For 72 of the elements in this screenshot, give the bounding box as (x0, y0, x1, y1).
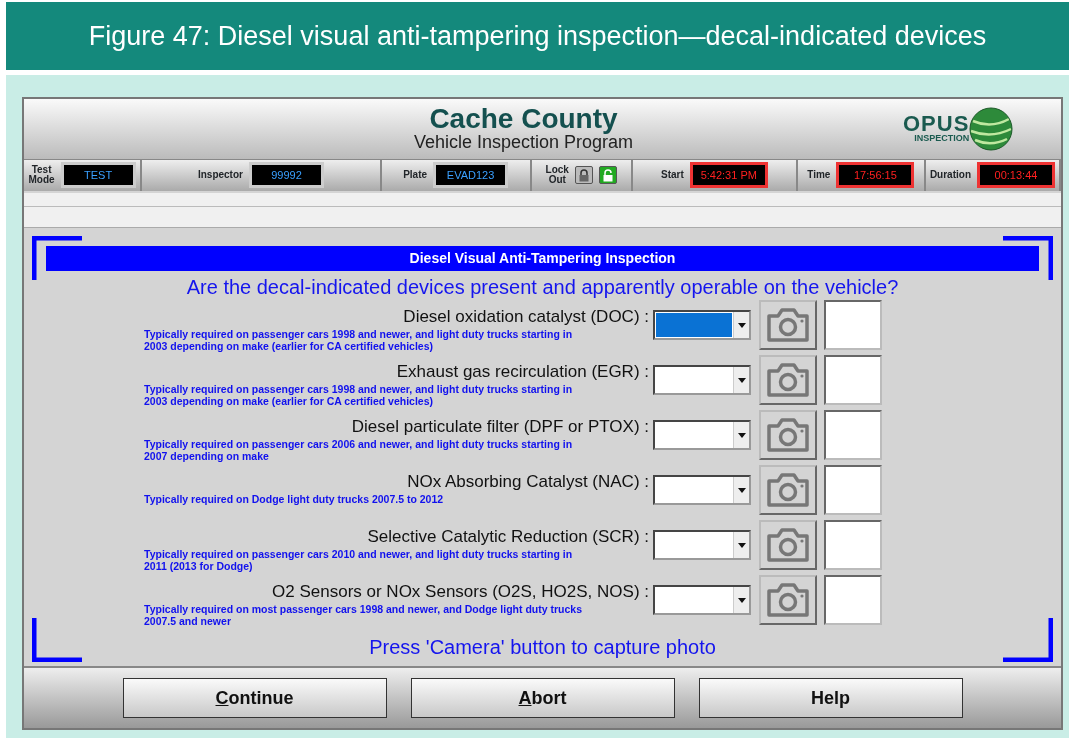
photo-box (824, 465, 882, 516)
camera-button[interactable] (759, 355, 817, 406)
hint-text: Typically required on passenger cars 2010 and newer, and light duty trucks starting in 2011 (2013 for Dodge) (144, 547, 574, 573)
camera-icon (765, 526, 811, 565)
dialog-button[interactable]: Help (698, 678, 963, 719)
dropdown[interactable] (653, 585, 751, 616)
device-label: Diesel particulate filter (DPF or PTOX) : (350, 416, 649, 438)
hint-text: Typically required on passenger cars 1998 and newer, and light duty trucks starting in 2003 depending on make (earlier for CA certified vehicles) (144, 327, 574, 353)
dropdown[interactable] (653, 530, 751, 561)
time-display: 00:13:44 (977, 161, 1055, 189)
lock-button[interactable] (574, 166, 593, 185)
value-display: EVAD123 (433, 161, 509, 189)
time-display: 5:42:31 PM (689, 161, 768, 189)
caret-icon (737, 597, 746, 603)
photo-box (824, 410, 882, 461)
corner-bracket (32, 236, 82, 281)
photo-box (824, 575, 882, 626)
camera-button[interactable] (759, 410, 817, 461)
logo-tagline: INSPECTION (913, 134, 970, 144)
photo-box (824, 355, 882, 406)
camera-button[interactable] (759, 575, 817, 626)
device-label: O2 Sensors or NOx Sensors (O2S, HO2S, NOS) : (271, 581, 649, 603)
hint-text: Typically required on passenger cars 1998 and newer, and light duty trucks starting in 2003 depending on make (earlier for CA certified vehicles) (144, 382, 574, 408)
hint-text: Typically required on Dodge light duty trucks 2007.5 to 2012 (144, 492, 445, 506)
instruction-text: Press 'Camera' button to capture photo (368, 635, 717, 661)
time-display: 17:56:15 (836, 161, 915, 189)
dialog-button[interactable]: Continue (122, 678, 387, 719)
globe-icon (969, 106, 1014, 151)
logo-word: OPUS (903, 114, 970, 135)
caret-icon (737, 377, 746, 383)
camera-icon (765, 581, 811, 620)
figure-title: Figure 47: Diesel visual anti-tampering inspection—decal-indicated devices (6, 2, 1069, 70)
corner-bracket (1003, 618, 1053, 663)
field-label: Lock Out (545, 165, 569, 186)
caret-icon (737, 322, 746, 328)
camera-button[interactable] (759, 465, 817, 516)
dialog-button[interactable]: Abort (410, 678, 675, 719)
device-label: NOx Absorbing Catalyst (NAC) : (406, 471, 649, 493)
field-label: Time (807, 170, 831, 181)
hint-text: Typically required on passenger cars 2006 and newer, and light duty trucks starting in 2007 depending on make (144, 437, 574, 463)
camera-icon (765, 361, 811, 400)
photo-box (824, 520, 882, 571)
dropdown[interactable] (653, 365, 751, 396)
device-label: Diesel oxidation catalyst (DOC) : (402, 306, 649, 328)
field-label: Start (661, 170, 684, 181)
question-text: Are the decal-indicated devices present and apparently operable on the vehicle? (185, 275, 900, 301)
dropdown[interactable] (653, 420, 751, 451)
field-label: Inspector (197, 170, 243, 181)
panel-title: Diesel Visual Anti-Tampering Inspection (46, 246, 1039, 272)
field-label: Test Mode (28, 165, 55, 186)
hint-text: Typically required on most passenger cars 1998 and newer, and Dodge light duty trucks 2007.5 and newer (144, 602, 584, 628)
device-label: Exhaust gas recirculation (EGR) : (395, 361, 649, 383)
camera-button[interactable] (759, 520, 817, 571)
corner-bracket (32, 618, 82, 663)
device-label: Selective Catalytic Reduction (SCR) : (366, 526, 649, 548)
camera-button[interactable] (759, 300, 817, 351)
caret-icon (737, 542, 746, 548)
camera-icon (765, 471, 811, 510)
field-label: Duration (929, 170, 971, 181)
photo-box (824, 300, 882, 351)
value-display: 99992 (248, 161, 324, 189)
camera-icon (765, 306, 811, 345)
unlock-button[interactable] (598, 166, 617, 185)
corner-bracket (1003, 236, 1053, 281)
dropdown[interactable] (653, 475, 751, 506)
app-title: Cache County (428, 104, 619, 133)
caret-icon (737, 432, 746, 438)
caret-icon (737, 487, 746, 493)
dropdown[interactable] (653, 310, 751, 341)
value-display: TEST (60, 161, 136, 189)
field-label: Plate (403, 170, 428, 181)
camera-icon (765, 416, 811, 455)
